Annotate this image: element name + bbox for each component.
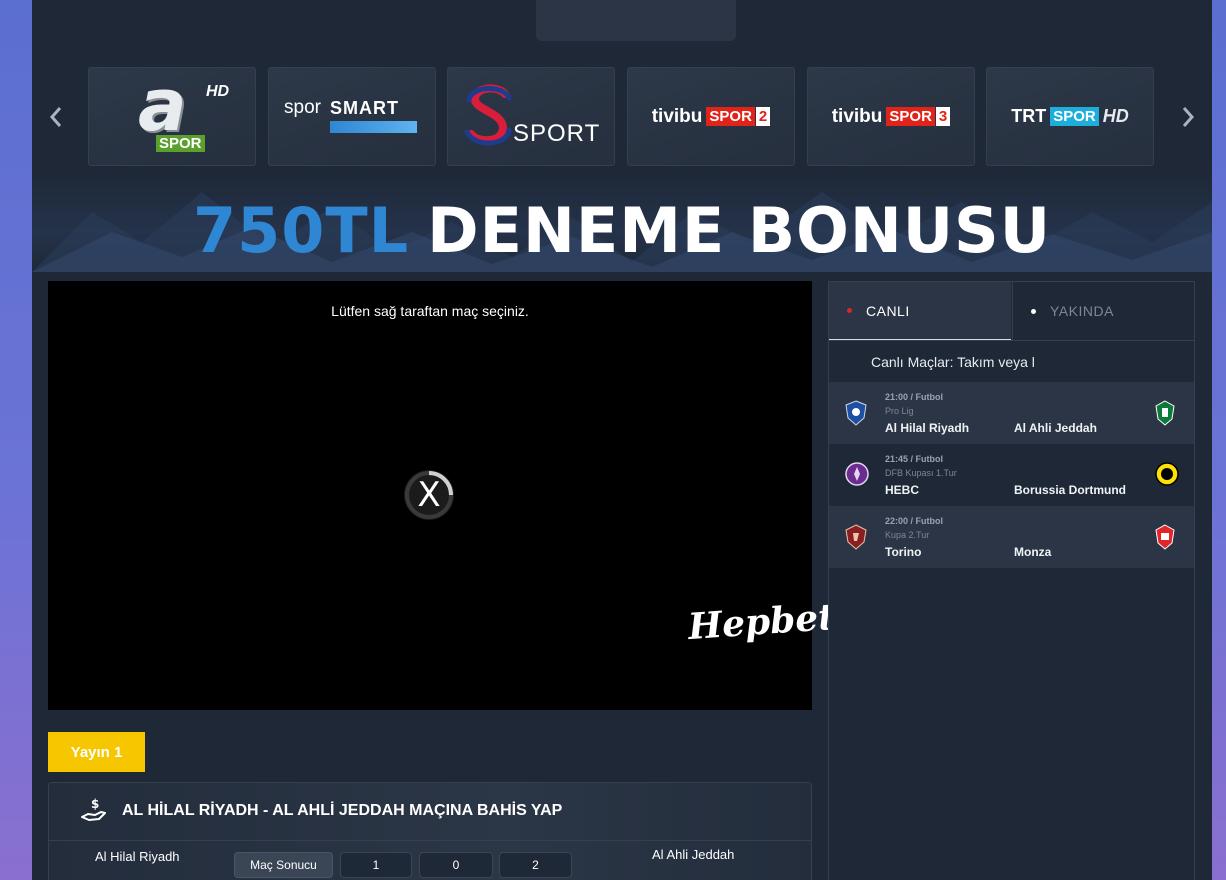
video-player[interactable]: Lütfen sağ taraftan maç seçiniz. X Hepbe… (48, 281, 836, 710)
carousel-prev-button[interactable] (46, 102, 66, 132)
aspor-hd-mark: HD (206, 82, 230, 100)
channel-tivibu-spor-3[interactable]: tivibu SPOR 3 (807, 67, 975, 166)
match-away: Al Ahli Jeddah (1014, 421, 1097, 435)
tab-upcoming[interactable]: YAKINDA (1012, 282, 1194, 340)
channel-s-sport[interactable]: SPORT (447, 67, 615, 166)
match-row[interactable]: 21:45 / Futbol DFB Kupası 1.Tur HEBC Bor… (829, 444, 1194, 506)
match-time: 21:45 / Futbol (885, 454, 944, 464)
tivibu2-spor: SPOR (706, 107, 755, 126)
match-home: HEBC (885, 483, 920, 497)
match-away: Monza (1014, 545, 1052, 559)
channel-spor-smart[interactable]: spor SMART (268, 67, 436, 166)
match-row[interactable]: 21:00 / Futbol Pro Lig Al Hilal Riyadh A… (829, 382, 1194, 444)
trt-logo: TRT SPOR HD (1011, 106, 1129, 127)
match-row[interactable]: 22:00 / Futbol Kupa 2.Tur Torino Monza (829, 506, 1194, 568)
dortmund-crest-icon (1155, 462, 1179, 486)
close-icon: X (417, 475, 441, 515)
match-league: DFB Kupası 1.Tur (885, 468, 957, 478)
tivibu2-num: 2 (755, 107, 771, 126)
bet-option-home[interactable]: 1 (340, 852, 412, 878)
ssport-logo: SPORT (461, 82, 601, 152)
tab-live-label: CANLI (866, 302, 910, 319)
hebc-crest-icon (845, 462, 869, 486)
al-hilal-crest-icon (845, 400, 867, 426)
bet-header: $ AL HİLAL RİYADH - AL AHLİ JEDDAH MAÇIN… (49, 783, 811, 841)
banner-headline: 750TL DENEME BONUSU (32, 194, 1212, 267)
match-home: Al Hilal Riyadh (885, 421, 970, 435)
ssport-s-icon (464, 84, 512, 146)
match-list-panel: CANLI YAKINDA Canlı Maçlar: Takım veya l… (828, 281, 1195, 880)
page-container: a HD SPOR spor SMART SPORT tivibu SPOR 2 (32, 0, 1212, 880)
aspor-spor-mark: SPOR (156, 134, 205, 152)
channel-tivibu-spor-2[interactable]: tivibu SPOR 2 (627, 67, 795, 166)
torino-crest-icon (845, 524, 867, 550)
top-tab-placeholder[interactable] (536, 0, 736, 41)
money-hand-icon: $ (81, 797, 106, 821)
player-close-button[interactable]: X (404, 470, 454, 520)
trt-spor: SPOR (1050, 107, 1099, 126)
bet-option-draw[interactable]: 0 (419, 852, 493, 878)
hepbet-watermark: Hepbet (686, 595, 837, 649)
match-time: 22:00 / Futbol (885, 516, 944, 526)
bet-away-team: Al Ahli Jeddah (652, 847, 735, 862)
match-tabs: CANLI YAKINDA (829, 282, 1194, 341)
tab-live[interactable]: CANLI (829, 282, 1011, 340)
tivibu3-logo: tivibu SPOR 3 (832, 106, 951, 128)
svg-text:$: $ (91, 797, 99, 811)
bonus-banner[interactable]: 750TL DENEME BONUSU (32, 172, 1212, 272)
trt-trt: TRT (1011, 106, 1047, 126)
banner-title: DENEME BONUSU (427, 194, 1052, 267)
market-type-chip[interactable]: Maç Sonucu (234, 852, 333, 878)
live-dot-icon (847, 308, 852, 313)
bet-home-team: Al Hilal Riyadh (95, 849, 180, 864)
sporsmart-spor: spor (284, 96, 321, 118)
match-away: Borussia Dortmund (1014, 483, 1127, 497)
sporsmart-logo: spor SMART (282, 97, 422, 137)
trt-hd: HD (1102, 106, 1129, 126)
chevron-left-icon (49, 107, 62, 127)
aspor-logo: a HD SPOR (112, 63, 232, 157)
sporsmart-smart: SMART (330, 97, 399, 118)
channel-aspor-hd[interactable]: a HD SPOR (88, 63, 256, 166)
monza-crest-icon (1155, 524, 1175, 550)
bet-option-away[interactable]: 2 (499, 852, 572, 878)
tivibu2-tivibu: tivibu (651, 105, 703, 127)
bet-panel: $ AL HİLAL RİYADH - AL AHLİ JEDDAH MAÇIN… (48, 782, 812, 880)
match-league: Kupa 2.Tur (885, 530, 930, 540)
bet-title: AL HİLAL RİYADH - AL AHLİ JEDDAH MAÇINA … (122, 802, 563, 819)
stream-1-button[interactable]: Yayın 1 (48, 732, 145, 772)
match-home: Torino (885, 545, 922, 559)
sporsmart-bar (330, 120, 417, 133)
carousel-next-button[interactable] (1178, 102, 1198, 132)
al-ahli-crest-icon (1155, 400, 1175, 426)
tivibu3-num: 3 (935, 107, 951, 126)
match-league: Pro Lig (885, 406, 914, 416)
live-matches-filter[interactable]: Canlı Maçlar: Takım veya l (871, 354, 1035, 370)
tivibu3-spor: SPOR (886, 107, 935, 126)
ssport-text: SPORT (513, 119, 601, 147)
upcoming-dot-icon (1031, 308, 1036, 314)
tab-upcoming-label: YAKINDA (1050, 303, 1114, 319)
match-time: 21:00 / Futbol (885, 392, 944, 402)
banner-amount: 750TL (192, 194, 410, 267)
tivibu2-logo: tivibu SPOR 2 (652, 106, 771, 128)
player-message: Lütfen sağ taraftan maç seçiniz. (331, 303, 529, 319)
channel-trt-spor-hd[interactable]: TRT SPOR HD (986, 67, 1154, 166)
chevron-right-icon (1182, 107, 1195, 127)
tivibu3-tivibu: tivibu (831, 105, 883, 127)
